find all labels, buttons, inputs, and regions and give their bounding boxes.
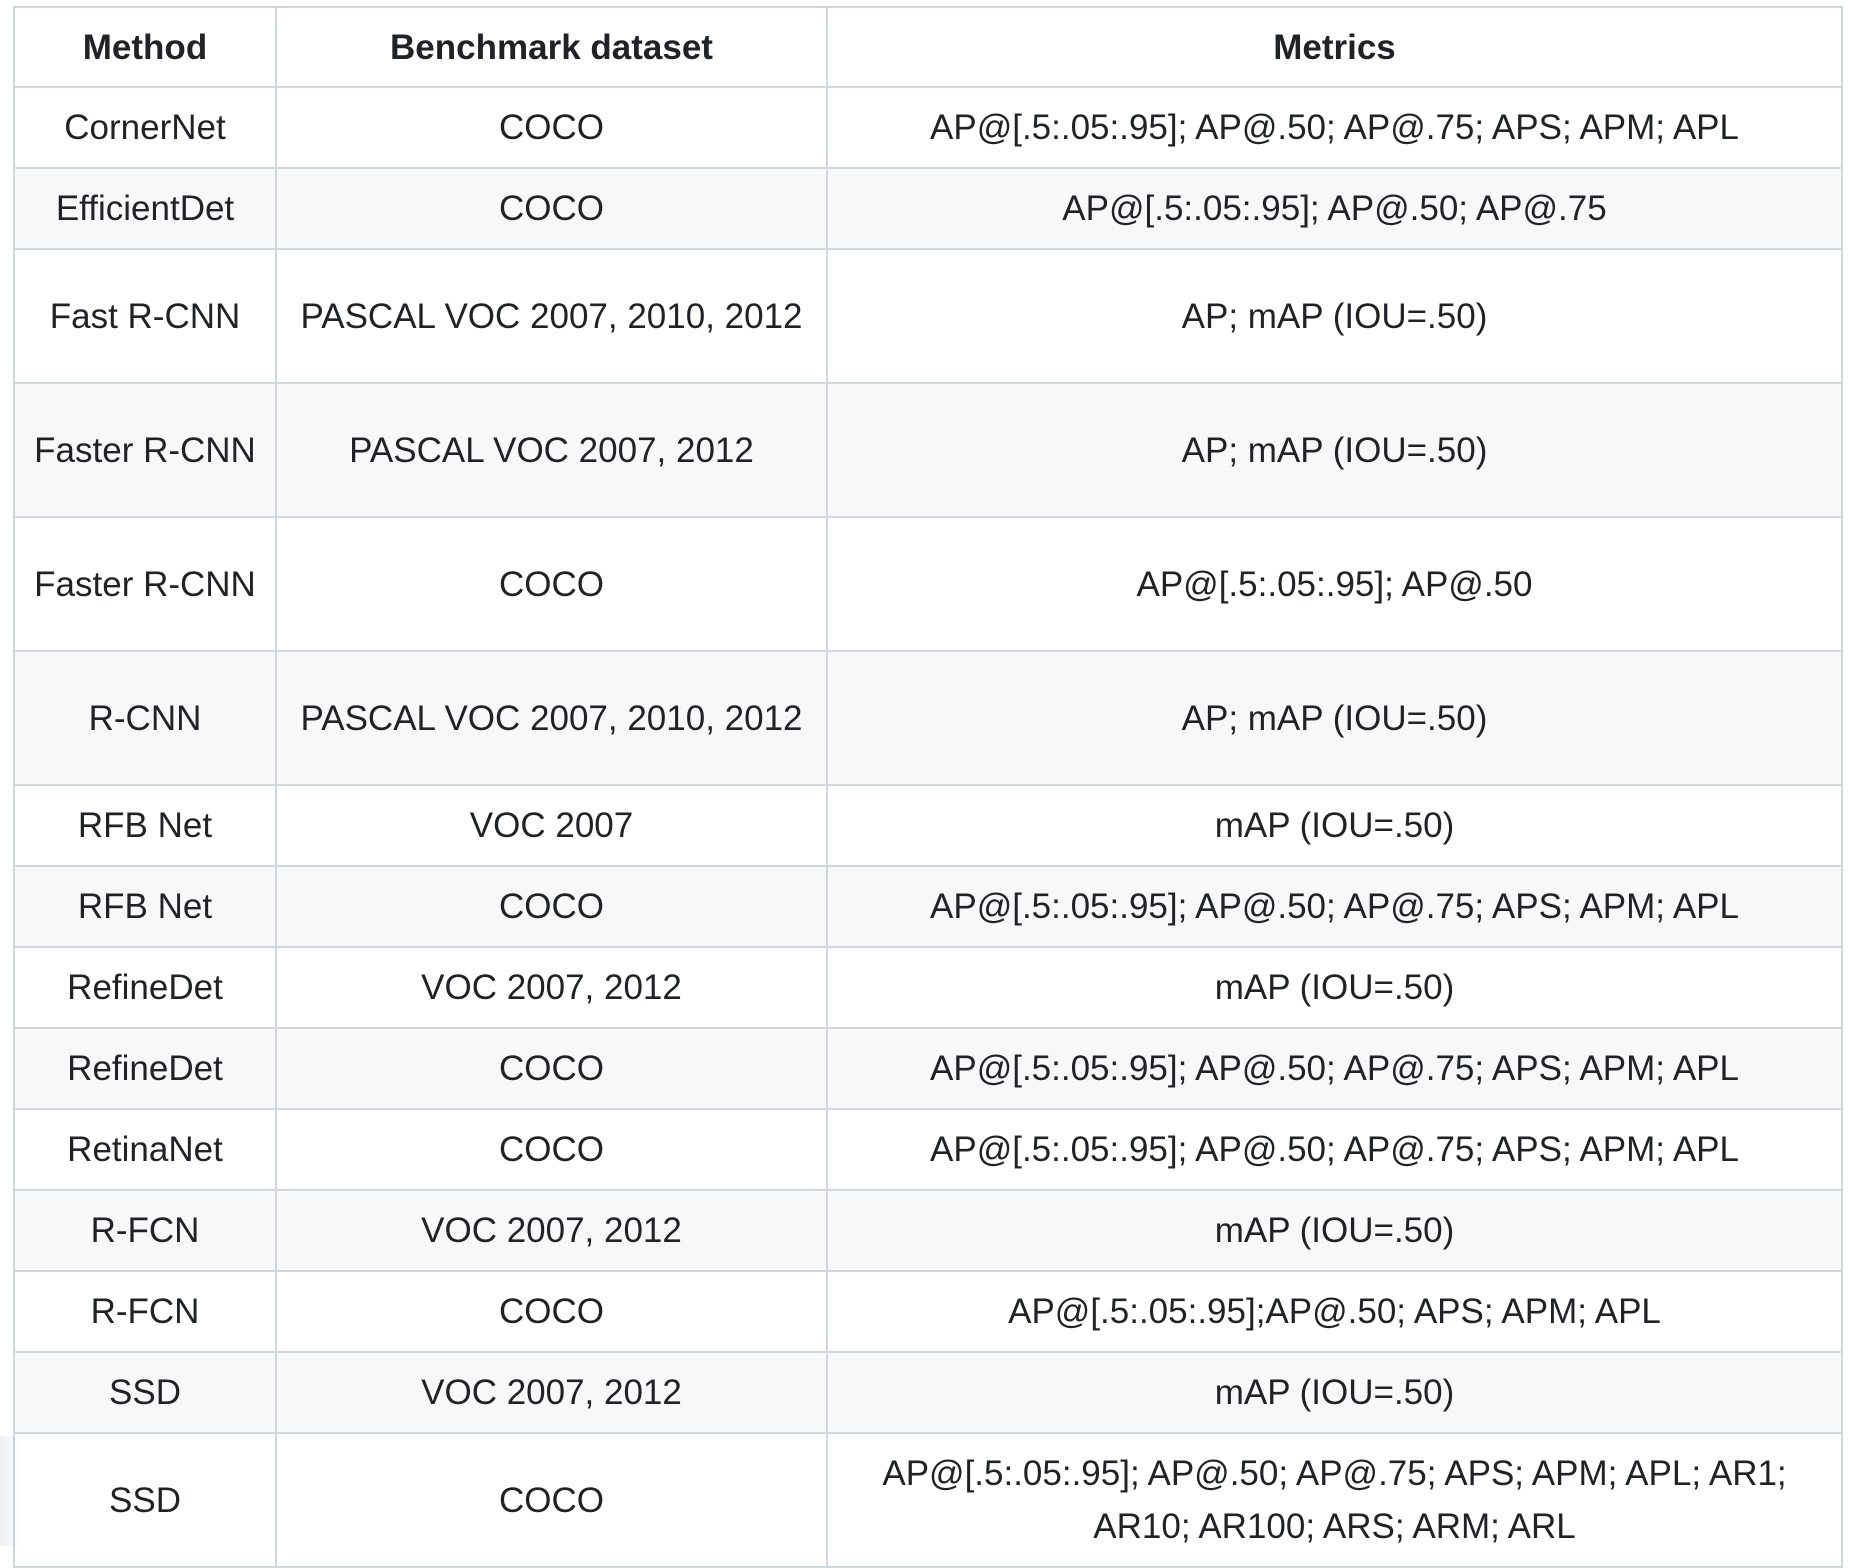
method-cell: RefineDet bbox=[13, 946, 277, 1029]
dataset-cell: VOC 2007 bbox=[275, 784, 828, 867]
method-cell: R-CNN bbox=[13, 650, 277, 786]
table-header: Method Benchmark dataset Metrics bbox=[13, 6, 1843, 88]
method-cell: RFB Net bbox=[13, 865, 277, 948]
header-row: Method Benchmark dataset Metrics bbox=[13, 6, 1843, 88]
method-cell: EfficientDet bbox=[13, 167, 277, 250]
dataset-cell: COCO bbox=[275, 1027, 828, 1110]
metrics-cell: AP; mAP (IOU=.50) bbox=[826, 382, 1843, 518]
column-header-metrics: Metrics bbox=[826, 6, 1843, 88]
dataset-cell: COCO bbox=[275, 1270, 828, 1353]
table-row: R-FCN VOC 2007, 2012 mAP (IOU=.50) bbox=[13, 1189, 1843, 1272]
method-cell: R-FCN bbox=[13, 1189, 277, 1272]
table-row: SSD COCO AP@[.5:.05:.95]; AP@.50; AP@.75… bbox=[13, 1432, 1843, 1568]
table-row: R-CNN PASCAL VOC 2007, 2010, 2012 AP; mA… bbox=[13, 650, 1843, 786]
benchmark-table: Method Benchmark dataset Metrics CornerN… bbox=[13, 6, 1843, 1568]
table-row: R-FCN COCO AP@[.5:.05:.95];AP@.50; APS; … bbox=[13, 1270, 1843, 1353]
table-row: RFB Net COCO AP@[.5:.05:.95]; AP@.50; AP… bbox=[13, 865, 1843, 948]
dataset-cell: COCO bbox=[275, 1432, 828, 1568]
method-cell: Fast R-CNN bbox=[13, 248, 277, 384]
metrics-cell: mAP (IOU=.50) bbox=[826, 1189, 1843, 1272]
dataset-cell: COCO bbox=[275, 865, 828, 948]
metrics-cell: AP@[.5:.05:.95]; AP@.50; AP@.75; APS; AP… bbox=[826, 1027, 1843, 1110]
method-cell: SSD bbox=[13, 1351, 277, 1434]
metrics-cell: AP; mAP (IOU=.50) bbox=[826, 650, 1843, 786]
table-row: RefineDet VOC 2007, 2012 mAP (IOU=.50) bbox=[13, 946, 1843, 1029]
method-cell: R-FCN bbox=[13, 1270, 277, 1353]
metrics-cell: AP@[.5:.05:.95]; AP@.50; AP@.75; APS; AP… bbox=[826, 1108, 1843, 1191]
metrics-cell: AP@[.5:.05:.95]; AP@.50; AP@.75; APS; AP… bbox=[826, 86, 1843, 169]
table-row: Fast R-CNN PASCAL VOC 2007, 2010, 2012 A… bbox=[13, 248, 1843, 384]
method-cell: Faster R-CNN bbox=[13, 382, 277, 518]
metrics-cell: AP@[.5:.05:.95]; AP@.50 bbox=[826, 516, 1843, 652]
dataset-cell: PASCAL VOC 2007, 2012 bbox=[275, 382, 828, 518]
page: Method Benchmark dataset Metrics CornerN… bbox=[0, 0, 1854, 1568]
column-header-method: Method bbox=[13, 6, 277, 88]
table-row: Faster R-CNN PASCAL VOC 2007, 2012 AP; m… bbox=[13, 382, 1843, 518]
dataset-cell: PASCAL VOC 2007, 2010, 2012 bbox=[275, 248, 828, 384]
dataset-cell: VOC 2007, 2012 bbox=[275, 1189, 828, 1272]
edge-shadow bbox=[0, 1436, 22, 1546]
metrics-cell: mAP (IOU=.50) bbox=[826, 1351, 1843, 1434]
metrics-cell: AP; mAP (IOU=.50) bbox=[826, 248, 1843, 384]
table-row: RetinaNet COCO AP@[.5:.05:.95]; AP@.50; … bbox=[13, 1108, 1843, 1191]
dataset-cell: PASCAL VOC 2007, 2010, 2012 bbox=[275, 650, 828, 786]
table-row: EfficientDet COCO AP@[.5:.05:.95]; AP@.5… bbox=[13, 167, 1843, 250]
method-cell: Faster R-CNN bbox=[13, 516, 277, 652]
dataset-cell: VOC 2007, 2012 bbox=[275, 1351, 828, 1434]
table-row: RefineDet COCO AP@[.5:.05:.95]; AP@.50; … bbox=[13, 1027, 1843, 1110]
column-header-benchmark-dataset: Benchmark dataset bbox=[275, 6, 828, 88]
metrics-cell: AP@[.5:.05:.95]; AP@.50; AP@.75 bbox=[826, 167, 1843, 250]
method-cell: CornerNet bbox=[13, 86, 277, 169]
metrics-cell: AP@[.5:.05:.95]; AP@.50; AP@.75; APS; AP… bbox=[826, 865, 1843, 948]
table-row: SSD VOC 2007, 2012 mAP (IOU=.50) bbox=[13, 1351, 1843, 1434]
dataset-cell: COCO bbox=[275, 1108, 828, 1191]
dataset-cell: COCO bbox=[275, 167, 828, 250]
metrics-cell: mAP (IOU=.50) bbox=[826, 784, 1843, 867]
table-body: CornerNet COCO AP@[.5:.05:.95]; AP@.50; … bbox=[13, 86, 1843, 1568]
metrics-cell: mAP (IOU=.50) bbox=[826, 946, 1843, 1029]
table-row: Faster R-CNN COCO AP@[.5:.05:.95]; AP@.5… bbox=[13, 516, 1843, 652]
metrics-cell: AP@[.5:.05:.95]; AP@.50; AP@.75; APS; AP… bbox=[826, 1432, 1843, 1568]
table-row: RFB Net VOC 2007 mAP (IOU=.50) bbox=[13, 784, 1843, 867]
metrics-cell: AP@[.5:.05:.95];AP@.50; APS; APM; APL bbox=[826, 1270, 1843, 1353]
dataset-cell: COCO bbox=[275, 516, 828, 652]
dataset-cell: VOC 2007, 2012 bbox=[275, 946, 828, 1029]
table-row: CornerNet COCO AP@[.5:.05:.95]; AP@.50; … bbox=[13, 86, 1843, 169]
method-cell: RefineDet bbox=[13, 1027, 277, 1110]
method-cell: RFB Net bbox=[13, 784, 277, 867]
dataset-cell: COCO bbox=[275, 86, 828, 169]
method-cell: RetinaNet bbox=[13, 1108, 277, 1191]
method-cell: SSD bbox=[13, 1432, 277, 1568]
